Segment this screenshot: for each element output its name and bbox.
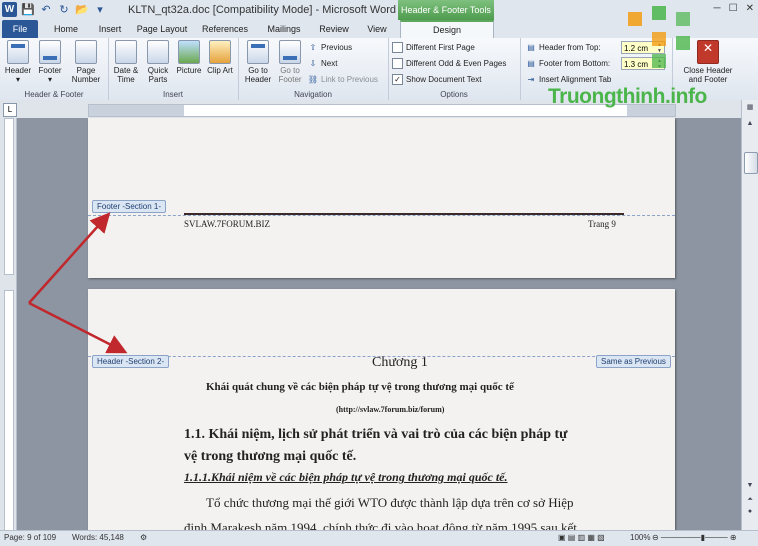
scroll-down-icon[interactable]: ▼ [744,480,756,492]
redo-icon[interactable]: ↻ [57,3,71,17]
link-to-previous-button[interactable]: ⛓ Link to Previous [308,74,378,84]
zoom-slider[interactable]: ⊖ ───────▮──── ⊕ [652,533,737,542]
contextual-tab-group-title: Header & Footer Tools [398,0,494,20]
minimize-icon[interactable]: ─ [714,3,721,14]
customize-qat-icon[interactable]: ▾ [93,3,107,17]
picture-icon [178,40,200,64]
go-to-header-icon [247,40,269,64]
status-bar: Page: 9 of 109 Words: 45,148 ⚙ ▣ ▤ ▥ ▦ ▧… [0,530,758,546]
footer-from-bottom-label: ▤ Footer from Bottom: [527,58,611,68]
dropdown-arrow-icon: ▾ [47,75,52,84]
checkbox-unchecked-icon [392,42,403,53]
picture-button[interactable]: Picture [174,40,204,75]
tab-page-layout[interactable]: Page Layout [134,20,190,38]
quick-parts-icon [147,40,169,64]
tab-insert[interactable]: Insert [90,20,130,38]
header-button[interactable]: Header ▾ [4,40,32,84]
maximize-icon[interactable]: ☐ [729,3,738,14]
group-label-options: Options [440,90,468,99]
footer-button[interactable]: Footer ▾ [36,40,64,84]
tab-review[interactable]: Review [314,20,354,38]
alignment-tab-icon: ⇥ [527,74,535,84]
browse-object-icon[interactable]: ● [744,506,756,518]
go-to-header-button[interactable]: Go to Header [242,40,274,84]
watermark-text: Truongthinh.info [548,85,707,108]
date-time-button[interactable]: Date & Time [112,40,140,84]
group-header-footer: Header ▾ Footer ▾ Page Number Header & Foo… [0,38,109,100]
window-controls: ─ ☐ ✕ [714,3,754,14]
checkbox-unchecked-icon [392,58,403,69]
close-icon [697,40,719,64]
group-navigation: Go to Header Go to Footer ⇧ Previous ⇩ Nex… [238,38,389,100]
previous-page-icon[interactable]: ⏶ [744,494,756,506]
undo-icon[interactable]: ↶ [39,3,53,17]
scroll-up-icon[interactable]: ▲ [744,118,756,130]
group-options: Different First Page Different Odd & Eve… [388,38,521,100]
annotation-arrows [28,212,128,354]
insert-alignment-tab-button[interactable]: ⇥ Insert Alignment Tab [526,74,612,84]
word-app-icon[interactable]: W [2,2,17,17]
footer-position-icon: ▤ [527,58,535,68]
document-area[interactable]: Footer -Section 1- SVLAW.7FORUM.BIZ Tran… [17,118,741,530]
page-number-button[interactable]: Page Number [68,40,104,84]
header-icon [7,40,29,64]
go-to-footer-button[interactable]: Go to Footer [274,40,306,84]
footer-icon [39,40,61,64]
different-odd-even-checkbox[interactable]: Different Odd & Even Pages [392,58,506,69]
previous-button[interactable]: ⇧ Previous [308,42,352,52]
header-position-icon: ▤ [527,42,535,52]
proofing-icon[interactable]: ⚙ [140,533,147,542]
calendar-icon [115,40,137,64]
link-icon: ⛓ [307,74,319,84]
group-insert: Date & Time Quick Parts Picture Clip Art… [108,38,239,100]
zoom-level[interactable]: 100% [630,533,650,542]
view-buttons[interactable]: ▣ ▤ ▥ ▦ ▧ [558,533,605,542]
tab-mailings[interactable]: Mailings [260,20,308,38]
go-to-footer-icon [279,40,301,64]
save-icon[interactable]: 💾 [21,3,35,17]
close-window-icon[interactable]: ✕ [746,3,754,14]
quick-parts-button[interactable]: Quick Parts [144,40,172,84]
ruler-toggle-icon[interactable]: ▦ [744,102,756,114]
truongthinh-logo-icon [628,6,690,68]
tab-references[interactable]: References [196,20,254,38]
window-title: KLTN_qt32a.doc [Compatibility Mode] - Mi… [128,4,396,16]
previous-icon: ⇧ [309,42,317,52]
tab-design[interactable]: Design [400,20,494,39]
clip-art-button[interactable]: Clip Art [206,40,234,75]
show-document-text-checkbox[interactable]: ✓ Show Document Text [392,74,481,85]
tab-file[interactable]: File [2,20,38,38]
next-icon: ⇩ [309,58,317,68]
word-count[interactable]: Words: 45,148 [72,533,124,542]
open-folder-icon[interactable]: 📂 [75,3,89,17]
tab-home[interactable]: Home [46,20,86,38]
vertical-scrollbar[interactable]: ▦ ▲ ▼ ⏶ ● [741,100,758,530]
clip-art-icon [209,40,231,64]
scrollbar-thumb[interactable] [744,152,758,174]
group-label-insert: Insert [162,90,183,99]
group-label-header-footer: Header & Footer [24,90,84,99]
next-button[interactable]: ⇩ Next [308,58,338,68]
dropdown-arrow-icon: ▾ [15,75,20,84]
tab-selector-icon[interactable]: L [3,103,17,117]
page-number-icon [75,40,97,64]
group-label-navigation: Navigation [294,90,332,99]
header-from-top-label: ▤ Header from Top: [527,42,601,52]
arrow-to-header-tag [28,301,128,354]
vertical-ruler[interactable] [0,118,17,532]
arrow-to-footer-tag [28,212,111,304]
page-count[interactable]: Page: 9 of 109 [4,533,56,542]
checkbox-checked-icon: ✓ [392,74,403,85]
different-first-page-checkbox[interactable]: Different First Page [392,42,475,53]
tab-view[interactable]: View [360,20,394,38]
quick-access-toolbar: W 💾 ↶ ↻ 📂 ▾ [2,2,107,17]
